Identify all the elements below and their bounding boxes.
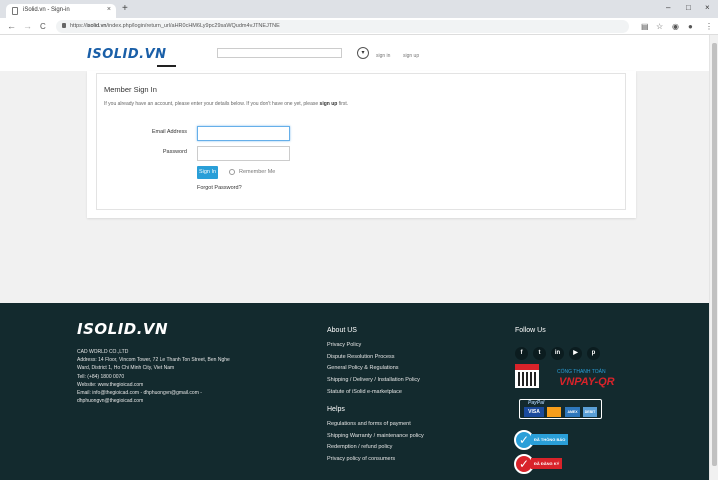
footer-logo[interactable]: ISOLID.VN — [77, 320, 168, 338]
remember-label: Remember Me — [239, 169, 276, 175]
sign-up-link[interactable]: sign up — [403, 53, 419, 59]
forward-icon[interactable]: → — [23, 21, 32, 31]
site-logo[interactable]: ISOLID.VN — [87, 47, 167, 62]
linkedin-icon[interactable]: in — [551, 347, 564, 360]
footer-link[interactable]: Statute of iSolid e-marketplace — [327, 387, 420, 399]
signin-panel: Member Sign In If you already have an ac… — [87, 71, 636, 218]
footer-link[interactable]: Regulations and forms of payment — [327, 419, 424, 431]
email-label: Email Address — [151, 129, 187, 135]
company-info: CAD WORLD CO.,LTD Address: 14 Floor, Vin… — [77, 349, 230, 405]
pinterest-icon[interactable]: p — [587, 347, 600, 360]
url-path: /index.php/login/return_url/aHR0cHM6Ly9p… — [106, 23, 280, 29]
close-tab-icon[interactable]: × — [107, 6, 111, 13]
scrollbar[interactable] — [709, 35, 718, 480]
url-scheme: https:// — [70, 23, 87, 29]
bct-notified-badge[interactable]: ✓ ĐÃ THÔNG BÁO — [514, 430, 569, 450]
translate-icon[interactable]: ▤ — [641, 22, 649, 31]
helps-column: Helps Regulations and forms of payment S… — [327, 406, 424, 466]
maximize-icon[interactable]: □ — [686, 3, 691, 12]
paypal-badge: PayPal VISA AMEX DEBIT — [519, 399, 602, 419]
site-footer: ISOLID.VN CAD WORLD CO.,LTD Address: 14 … — [0, 303, 709, 480]
back-icon[interactable]: ← — [7, 21, 16, 31]
logo-underline — [157, 65, 176, 67]
browser-tab-bar: iSolid.vn - Sign-in × + – □ × — [0, 0, 718, 18]
reload-icon[interactable]: C — [40, 22, 46, 31]
new-tab-button[interactable]: + — [122, 3, 128, 15]
visa-icon: VISA — [524, 407, 544, 417]
helps-heading: Helps — [327, 406, 345, 413]
menu-icon[interactable]: ⋮ — [705, 22, 713, 31]
footer-link[interactable]: Privacy policy of consumers — [327, 454, 424, 466]
forgot-password-link[interactable]: Forgot Password? — [197, 185, 242, 191]
sign-in-link[interactable]: sign in — [376, 53, 390, 59]
star-icon[interactable]: ☆ — [656, 22, 663, 31]
mastercard-icon — [547, 407, 561, 417]
signin-card: Member Sign In If you already have an ac… — [96, 73, 626, 210]
facebook-icon[interactable]: f — [515, 347, 528, 360]
vnpay-qr-icon — [515, 364, 539, 388]
signup-inline-link[interactable]: sign up — [320, 101, 338, 107]
url-input[interactable]: https://isolid.vn/index.php/login/return… — [56, 20, 629, 33]
footer-link[interactable]: General Policy & Regulations — [327, 363, 420, 375]
about-column: About US Privacy Policy Dispute Resoluti… — [327, 327, 420, 399]
follow-column: Follow Us — [515, 327, 546, 340]
footer-link[interactable]: Shipping Warranty / maintenance policy — [327, 431, 424, 443]
minimize-icon[interactable]: – — [666, 3, 670, 12]
search-input[interactable] — [217, 48, 342, 58]
amex-icon: AMEX — [565, 407, 580, 417]
follow-heading: Follow Us — [515, 327, 546, 334]
footer-link[interactable]: Shipping / Delivery / Installation Polic… — [327, 375, 420, 387]
password-label: Password — [162, 149, 187, 155]
lock-icon — [62, 23, 66, 28]
bct-registered-label: ĐÃ ĐĂNG KÝ — [531, 458, 563, 469]
sign-in-button[interactable]: Sign In — [197, 166, 218, 179]
scrollbar-thumb[interactable] — [712, 43, 717, 466]
remember-checkbox[interactable] — [229, 169, 235, 175]
close-window-icon[interactable]: × — [705, 3, 710, 12]
footer-link[interactable]: Privacy Policy — [327, 340, 420, 352]
footer-link[interactable]: Dispute Resolution Process — [327, 352, 420, 364]
email-field[interactable] — [197, 126, 290, 141]
footer-link[interactable]: Redemption / refund policy — [327, 442, 424, 454]
tab-title: iSolid.vn - Sign-in — [23, 7, 70, 13]
cart-icon[interactable]: ▾ — [357, 47, 369, 59]
profile-icon[interactable]: ● — [688, 22, 693, 31]
vnpay-caption: CỔNG THANH TOÁN — [557, 369, 606, 375]
signin-description: If you already have an account, please e… — [104, 101, 349, 107]
url-host: isolid.vn — [86, 23, 107, 29]
paypal-label: PayPal — [528, 400, 545, 406]
bct-notified-label: ĐÃ THÔNG BÁO — [531, 434, 569, 445]
address-bar: ← → C https://isolid.vn/index.php/login/… — [0, 18, 718, 35]
vnpay-logo: VNPAY-QR — [559, 376, 615, 388]
youtube-icon[interactable]: ▶ — [569, 347, 582, 360]
extension-icon[interactable]: ◉ — [672, 22, 679, 31]
password-field[interactable] — [197, 146, 290, 161]
bct-registered-badge[interactable]: ✓ ĐÃ ĐĂNG KÝ — [514, 454, 564, 474]
twitter-icon[interactable]: t — [533, 347, 546, 360]
debit-icon: DEBIT — [583, 407, 597, 417]
about-heading: About US — [327, 327, 357, 334]
page-icon — [12, 7, 18, 15]
browser-tab[interactable]: iSolid.vn - Sign-in × — [6, 4, 116, 18]
page-title: Member Sign In — [104, 85, 157, 94]
site-header: ISOLID.VN ▾ sign in sign up — [0, 35, 709, 71]
